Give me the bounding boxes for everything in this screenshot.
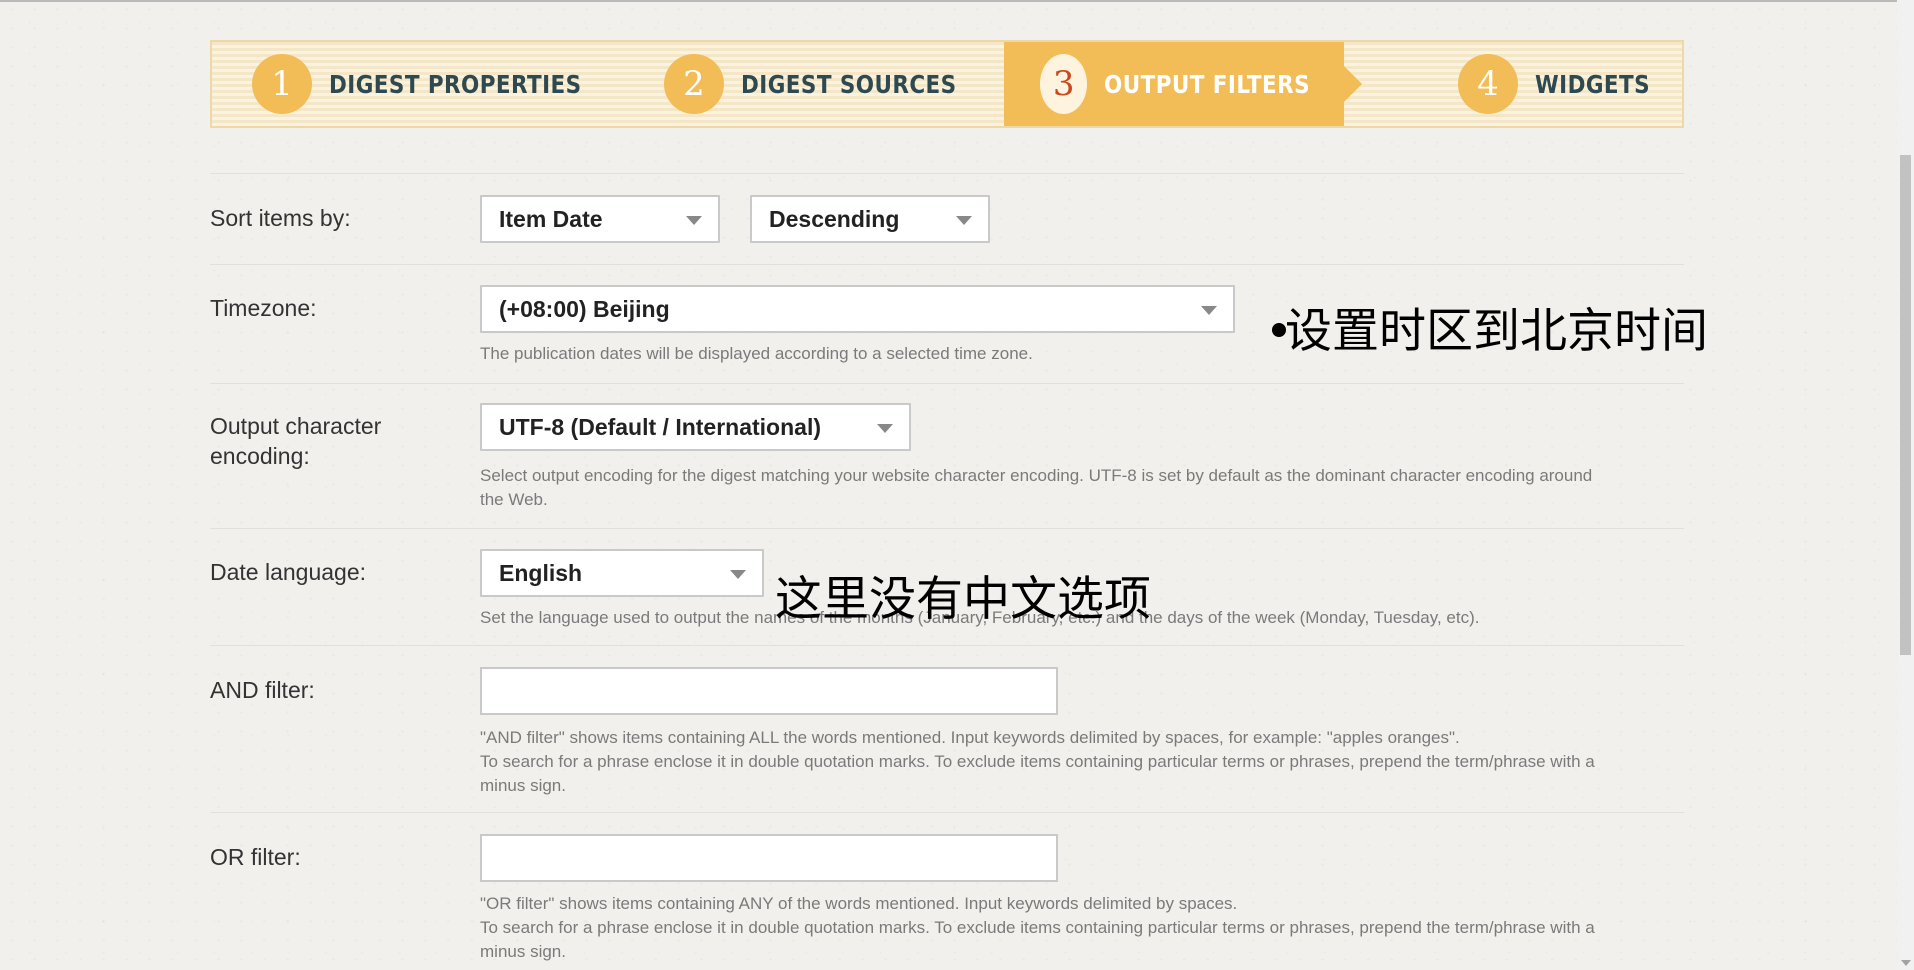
timezone-value: (+08:00) Beijing [499, 296, 670, 322]
step-number: 1 [252, 54, 312, 114]
chevron-down-icon [686, 216, 702, 225]
encoding-help: Select output encoding for the digest ma… [480, 464, 1592, 512]
step-number: 4 [1458, 54, 1518, 114]
chevron-down-icon [877, 424, 893, 433]
sort-order-select[interactable]: Descending [750, 195, 990, 243]
vertical-scrollbar[interactable] [1897, 0, 1914, 970]
divider [210, 812, 1684, 813]
divider [210, 383, 1684, 384]
chevron-down-icon [956, 216, 972, 225]
step-widgets[interactable]: 4 WIDGETS [1458, 42, 1669, 126]
or-filter-label: OR filter: [210, 844, 301, 870]
sort-field-value: Item Date [499, 206, 603, 232]
or-filter-help: "OR filter" shows items containing ANY o… [480, 892, 1595, 964]
and-filter-help-line3: minus sign. [480, 776, 566, 795]
date-language-value: English [499, 560, 583, 586]
and-filter-help-line2: To search for a phrase enclose it in dou… [480, 752, 1595, 771]
wizard-steps: 1 DIGEST PROPERTIES 2 DIGEST SOURCES 3 O… [210, 40, 1684, 128]
date-language-annotation: 这里没有中文选项 [775, 572, 1151, 627]
encoding-label-line2: encoding: [210, 443, 310, 469]
encoding-value: UTF-8 (Default / International) [499, 414, 821, 440]
encoding-select[interactable]: UTF-8 (Default / International) [480, 403, 911, 451]
step-output-filters[interactable]: 3 OUTPUT FILTERS [1004, 42, 1362, 126]
date-language-label: Date language: [210, 559, 367, 585]
or-filter-help-line3: minus sign. [480, 942, 566, 961]
step-number: 3 [1040, 54, 1088, 114]
step-label: DIGEST SOURCES [741, 69, 957, 99]
encoding-label-line1: Output character [210, 413, 382, 439]
encoding-label: Output character encoding: [210, 411, 381, 471]
chevron-down-icon [730, 570, 746, 579]
step-number: 2 [664, 54, 724, 114]
scroll-down-arrow-icon[interactable] [1901, 960, 1911, 966]
and-filter-help-line1: "AND filter" shows items containing ALL … [480, 728, 1460, 747]
and-filter-help: "AND filter" shows items containing ALL … [480, 726, 1595, 798]
chevron-down-icon [1201, 306, 1217, 315]
timezone-select[interactable]: (+08:00) Beijing [480, 285, 1235, 333]
step-label: OUTPUT FILTERS [1104, 69, 1311, 99]
and-filter-input[interactable] [480, 667, 1058, 715]
sort-label: Sort items by: [210, 205, 351, 231]
encoding-help-line2: the Web. [480, 490, 548, 509]
or-filter-help-line1: "OR filter" shows items containing ANY o… [480, 894, 1238, 913]
divider [210, 645, 1684, 646]
encoding-help-line1: Select output encoding for the digest ma… [480, 466, 1593, 485]
divider [210, 264, 1684, 265]
or-filter-input[interactable] [480, 834, 1058, 882]
step-digest-properties[interactable]: 1 DIGEST PROPERTIES [252, 42, 623, 126]
or-filter-help-line2: To search for a phrase enclose it in dou… [480, 918, 1595, 937]
date-language-select[interactable]: English [480, 549, 764, 597]
annotation-dot [1272, 323, 1286, 337]
sort-order-value: Descending [769, 206, 900, 232]
step-label: WIDGETS [1535, 69, 1651, 99]
timezone-annotation: 设置时区到北京时间 [1285, 304, 1708, 359]
scrollbar-thumb[interactable] [1900, 155, 1911, 655]
timezone-help: The publication dates will be displayed … [480, 344, 1033, 363]
step-label: DIGEST PROPERTIES [329, 69, 582, 99]
timezone-label: Timezone: [210, 295, 317, 321]
step-digest-sources[interactable]: 2 DIGEST SOURCES [664, 42, 992, 126]
top-border [0, 0, 1914, 2]
sort-field-select[interactable]: Item Date [480, 195, 720, 243]
divider [210, 528, 1684, 529]
divider [210, 173, 1684, 174]
and-filter-label: AND filter: [210, 677, 315, 703]
